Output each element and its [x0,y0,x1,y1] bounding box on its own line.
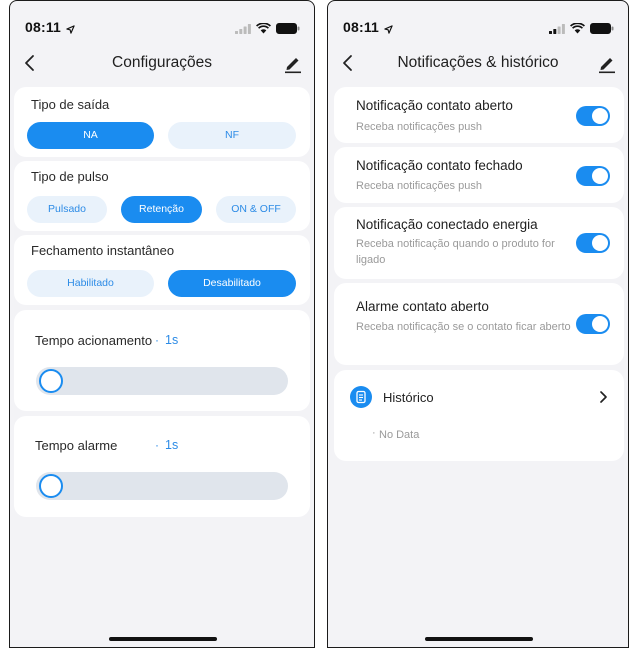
pulse-type-onoff-button[interactable]: ON & OFF [216,196,296,223]
page-title: Notificações & histórico [397,54,559,71]
activation-time-card: Tempo acionamento · 1s [14,310,310,411]
activation-time-label: Tempo acionamento [35,333,153,348]
notification-toggle[interactable] [576,314,610,334]
edit-pencil-icon[interactable] [282,52,304,74]
output-type-label: Tipo de saída [31,97,110,112]
pulse-type-label: Tipo de pulso [31,169,109,184]
instant-close-enabled-button[interactable]: Habilitado [27,270,154,297]
wifi-icon [256,21,271,39]
history-empty-text: No Data [379,429,420,441]
notification-subtitle: Receba notificações push [356,180,482,192]
value-separator-dot: · [155,333,159,347]
battery-icon [590,21,614,39]
nav-bar: Configurações [10,45,314,81]
activation-time-slider-thumb[interactable] [39,369,63,393]
chevron-right-icon[interactable] [596,390,610,404]
activation-time-value: 1s [165,333,179,347]
notification-title: Notificação contato fechado [356,158,523,173]
status-bar: 08:11 [328,1,628,41]
toggle-knob [592,108,608,124]
alarm-time-slider-thumb[interactable] [39,474,63,498]
edit-pencil-icon[interactable] [596,52,618,74]
output-type-na-button[interactable]: NA [27,122,154,149]
pulse-type-card: Tipo de pulso Pulsado Retenção ON & OFF [14,161,310,231]
notification-toggle[interactable] [576,166,610,186]
history-card: Histórico · No Data [334,370,624,461]
wifi-icon [570,21,585,39]
notification-row-alarm-open: Alarme contato aberto Receba notificação… [334,283,624,365]
output-type-card: Tipo de saída NA NF [14,87,310,157]
home-indicator [425,637,533,641]
signal-icon [235,21,251,39]
toggle-knob [592,316,608,332]
history-label[interactable]: Histórico [383,390,434,405]
pulse-type-pulsed-button[interactable]: Pulsado [27,196,107,223]
notification-subtitle: Receba notificações push [356,121,482,133]
value-separator-dot: · [155,438,159,452]
location-arrow-icon [66,21,75,39]
settings-screen: 08:11 Configurações Tipo de saída NA NF … [9,0,315,648]
activation-time-slider[interactable] [36,367,288,395]
alarm-time-value: 1s [165,438,179,452]
status-time: 08:11 [25,19,62,35]
page-title: Configurações [112,54,212,71]
home-indicator [109,637,217,641]
notification-row-contact-open: Notificação contato aberto Receba notifi… [334,87,624,143]
notification-subtitle: Receba notificação quando o produto for … [356,238,555,266]
notifications-screen: 08:11 Notificações & histórico Notificaç… [327,0,629,648]
notification-toggle[interactable] [576,106,610,126]
pulse-type-retention-button[interactable]: Retenção [121,196,202,223]
notification-title: Alarme contato aberto [356,299,489,314]
signal-icon [549,21,565,39]
status-bar: 08:11 [10,1,314,41]
alarm-time-card: Tempo alarme · 1s [14,416,310,517]
alarm-time-slider[interactable] [36,472,288,500]
notification-title: Notificação contato aberto [356,98,513,113]
battery-icon [276,21,300,39]
alarm-time-label: Tempo alarme [35,438,118,453]
notification-title: Notificação conectado energia [356,217,538,232]
toggle-knob [592,168,608,184]
notification-toggle[interactable] [576,233,610,253]
status-time: 08:11 [343,19,380,35]
empty-dot: · [372,427,376,439]
notification-subtitle: Receba notificação se o contato ficar ab… [356,321,571,333]
history-document-icon [350,386,372,408]
location-arrow-icon [384,21,393,39]
toggle-knob [592,235,608,251]
instant-close-disabled-button[interactable]: Desabilitado [168,270,296,297]
notification-row-power-connected: Notificação conectado energia Receba not… [334,207,624,279]
nav-bar: Notificações & histórico [328,45,628,81]
instant-close-card: Fechamento instantâneo Habilitado Desabi… [14,235,310,305]
output-type-nf-button[interactable]: NF [168,122,296,149]
notification-row-contact-closed: Notificação contato fechado Receba notif… [334,147,624,203]
instant-close-label: Fechamento instantâneo [31,243,175,258]
